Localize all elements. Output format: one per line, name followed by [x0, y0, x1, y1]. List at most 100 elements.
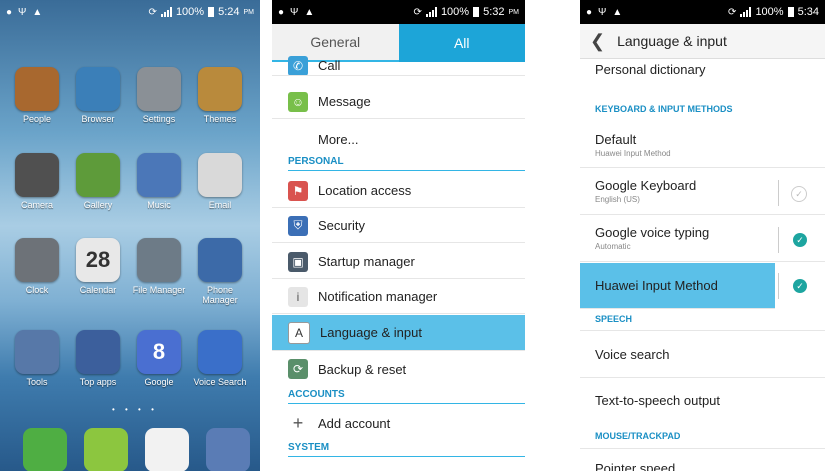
settings-item-language[interactable]: A Language & input: [272, 315, 525, 351]
section-accounts: ACCOUNTS: [288, 389, 525, 404]
section-mouse: MOUSE/TRACKPAD: [595, 431, 681, 441]
app-file-manager[interactable]: File Manager: [128, 238, 190, 295]
apps-grid-icon[interactable]: [206, 428, 250, 471]
clock-time: 5:34: [797, 6, 819, 18]
app-settings[interactable]: Settings: [128, 67, 190, 124]
pointer-speed-item[interactable]: Pointer speed: [580, 448, 825, 471]
default-input-item[interactable]: Default Huawei Input Method: [580, 122, 825, 168]
app-clock[interactable]: Clock: [6, 238, 68, 295]
startup-icon: ▣: [288, 251, 308, 272]
huawei-input-item[interactable]: Huawei Input Method: [580, 263, 775, 309]
mic-icon: [198, 330, 242, 374]
page-indicator: • • • •: [112, 405, 158, 414]
app-music[interactable]: Music: [128, 153, 190, 210]
rotate-icon: ⟳: [413, 6, 422, 18]
google-voice-checkbox[interactable]: ✓: [793, 233, 807, 247]
location-icon: ●: [6, 6, 13, 18]
status-bar: ● Ψ ▲ ⟳ 100% 5:24 PM: [6, 6, 254, 18]
paint-icon: [198, 67, 242, 111]
notification-icon: ▲: [32, 6, 43, 18]
settings-item-notification[interactable]: i Notification manager: [272, 280, 525, 314]
google-voice-typing-item[interactable]: Google voice typing Automatic ✓: [580, 216, 825, 262]
app-gallery[interactable]: Gallery: [67, 153, 129, 210]
usb-icon: Ψ: [598, 6, 607, 18]
settings-screen: ● Ψ ▲ ⟳ 100% 5:32 PM General All ✆ Call …: [272, 0, 525, 471]
landscape-icon: [76, 153, 120, 197]
app-browser[interactable]: Browser: [67, 67, 129, 124]
apps-icon: [76, 330, 120, 374]
action-bar: ❮ Language & input: [580, 24, 825, 59]
settings-item-location[interactable]: ⚑ Location access: [272, 174, 525, 208]
shield-icon: [198, 238, 242, 282]
page-title: Language & input: [617, 33, 727, 49]
clock-time: 5:24: [218, 6, 240, 18]
battery-percent: 100%: [755, 6, 784, 18]
language-icon: A: [288, 321, 310, 344]
app-calendar[interactable]: 28 Calendar: [67, 238, 129, 295]
rotate-icon: ⟳: [728, 6, 737, 18]
section-speech: SPEECH: [595, 314, 633, 324]
app-voice-search[interactable]: Voice Search: [189, 330, 251, 387]
language-input-screen: ● Ψ ▲ ⟳ 100% 5:34 ❮ Language & input Per…: [580, 0, 825, 471]
section-keyboard: KEYBOARD & INPUT METHODS: [595, 104, 733, 114]
tts-item[interactable]: Text-to-speech output: [580, 379, 825, 425]
battery-percent: 100%: [175, 6, 205, 18]
phone-icon[interactable]: [23, 428, 67, 471]
chat-icon[interactable]: [84, 428, 128, 471]
battery-icon: [208, 7, 215, 17]
personal-dictionary-item[interactable]: Personal dictionary: [580, 62, 825, 88]
camera-icon: [15, 153, 59, 197]
section-personal: PERSONAL: [288, 156, 525, 171]
tools-icon: [15, 330, 59, 374]
back-icon[interactable]: ❮: [590, 31, 605, 52]
signal-icon: [425, 7, 437, 17]
usb-icon: Ψ: [18, 6, 27, 18]
settings-item-call[interactable]: ✆ Call: [272, 56, 525, 76]
rotate-icon: ⟳: [148, 6, 157, 18]
divider: [778, 180, 779, 206]
home-screen: ● Ψ ▲ ⟳ 100% 5:24 PM People Browser Settin…: [0, 0, 260, 471]
people-icon: [15, 67, 59, 111]
huawei-checkbox[interactable]: ✓: [793, 279, 807, 293]
section-system: SYSTEM: [288, 442, 525, 457]
notification-icon: ▲: [612, 6, 623, 18]
folder-icon: [137, 238, 181, 282]
settings-item-security[interactable]: ⛨ Security: [272, 209, 525, 243]
app-phone-manager[interactable]: Phone Manager: [189, 238, 251, 305]
notification-icon: ▲: [304, 6, 315, 18]
play-store-icon[interactable]: [145, 428, 189, 471]
shield-icon: ⛨: [288, 215, 308, 236]
settings-item-more[interactable]: More...: [272, 122, 525, 156]
battery-percent: 100%: [440, 6, 470, 18]
google-keyboard-checkbox[interactable]: ✓: [791, 186, 807, 202]
app-themes[interactable]: Themes: [189, 67, 251, 124]
app-people[interactable]: People: [6, 67, 68, 124]
settings-item-message[interactable]: ☺ Message: [272, 85, 525, 119]
settings-item-startup[interactable]: ▣ Startup manager: [272, 245, 525, 279]
app-tools[interactable]: Tools: [6, 330, 68, 387]
app-top-apps[interactable]: Top apps: [67, 330, 129, 387]
backup-icon: ⟳: [288, 359, 308, 379]
divider: [778, 227, 779, 253]
settings-item-add-account[interactable]: + Add account: [272, 406, 525, 440]
envelope-icon: [198, 153, 242, 197]
clock-time: 5:32: [483, 6, 505, 18]
app-google[interactable]: 8 Google: [128, 330, 190, 387]
plus-icon: +: [288, 413, 308, 433]
status-bar: ● Ψ ▲ ⟳ 100% 5:34: [580, 0, 825, 24]
music-icon: [137, 153, 181, 197]
call-icon: ✆: [288, 56, 308, 75]
google-icon: 8: [137, 330, 181, 374]
voice-search-item[interactable]: Voice search: [580, 330, 825, 378]
settings-item-backup[interactable]: ⟳ Backup & reset: [272, 352, 525, 386]
app-email[interactable]: Email: [189, 153, 251, 210]
location-icon: ●: [278, 6, 285, 18]
google-keyboard-item[interactable]: Google Keyboard English (US) ✓: [580, 169, 825, 215]
app-camera[interactable]: Camera: [6, 153, 68, 210]
battery-icon: [787, 7, 794, 17]
clock-icon: [15, 238, 59, 282]
signal-icon: [740, 7, 752, 17]
usb-icon: Ψ: [290, 6, 299, 18]
location-pin-icon: ⚑: [288, 180, 308, 201]
message-icon: ☺: [288, 91, 308, 112]
